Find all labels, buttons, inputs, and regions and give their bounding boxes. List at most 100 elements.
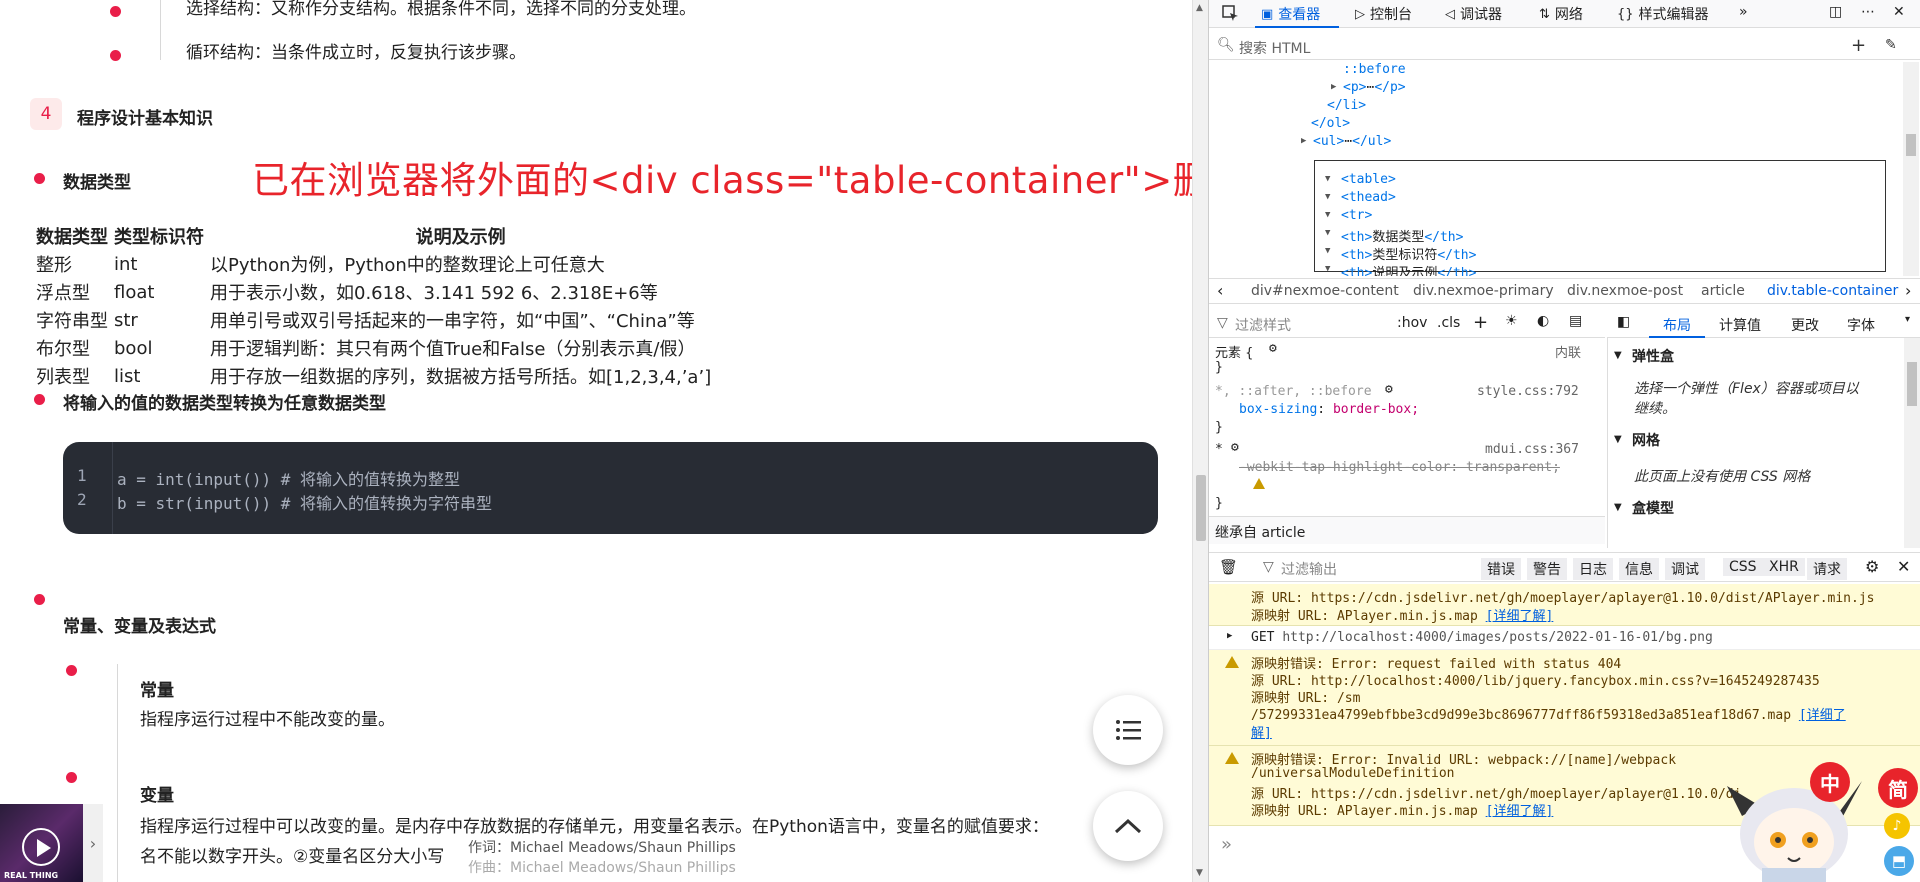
tab-changes[interactable]: 更改: [1791, 315, 1819, 335]
light-theme-icon[interactable]: ☀: [1505, 313, 1518, 329]
console-message-network[interactable]: ▶ GET http://localhost:4000/images/posts…: [1209, 626, 1920, 650]
element-picker-button[interactable]: [1221, 4, 1239, 22]
expand-triangle-icon[interactable]: ▶: [1301, 136, 1306, 146]
scroll-up-arrow[interactable]: ▲: [1196, 3, 1203, 13]
add-node-icon[interactable]: +: [1851, 35, 1866, 56]
collapse-triangle-icon[interactable]: ▼: [1614, 434, 1622, 445]
tab-style-editor[interactable]: {} 样式编辑器: [1617, 4, 1709, 24]
contrast-icon[interactable]: ◐: [1537, 313, 1549, 329]
tab-fonts[interactable]: 字体: [1847, 315, 1875, 335]
player-toggle-button[interactable]: ›: [83, 804, 103, 882]
trash-icon[interactable]: 🗑︎: [1219, 558, 1238, 576]
filter-errors-button[interactable]: 错误: [1481, 558, 1521, 580]
breadcrumb-forward-icon[interactable]: ›: [1905, 281, 1911, 300]
breadcrumb-item[interactable]: article: [1701, 283, 1745, 299]
html-search-bar[interactable]: 🔍︎ 搜索 HTML + ✎: [1209, 34, 1920, 60]
flexbox-section-title[interactable]: 弹性盒: [1632, 346, 1674, 366]
tab-network[interactable]: ⇅ 网络: [1539, 4, 1583, 24]
tab-console[interactable]: ▷ 控制台: [1355, 4, 1412, 24]
toc-button[interactable]: [1093, 695, 1163, 765]
markup-node[interactable]: </ol>: [1311, 116, 1350, 131]
gear-icon[interactable]: ⚙: [1385, 382, 1393, 397]
collapse-triangle-icon[interactable]: ▼: [1325, 264, 1330, 274]
markup-scrollbar[interactable]: [1903, 62, 1919, 276]
markup-node[interactable]: <th>数据类型</th>: [1341, 226, 1463, 245]
more-tabs-button[interactable]: »: [1739, 4, 1748, 20]
breadcrumb-item[interactable]: div#nexmoe-content: [1251, 283, 1399, 299]
close-devtools-button[interactable]: ✕: [1893, 4, 1905, 20]
scrollbar-thumb[interactable]: [1906, 134, 1916, 156]
mascot-widget[interactable]: [1722, 756, 1872, 882]
learn-more-link[interactable]: [详细了解]: [1486, 609, 1554, 624]
console-filter-input[interactable]: 过滤输出: [1281, 559, 1337, 579]
markup-node[interactable]: <th>类型标识符</th>: [1341, 244, 1476, 263]
filter-css-button[interactable]: CSS: [1723, 558, 1763, 576]
scrollbar-thumb[interactable]: [1196, 475, 1206, 541]
collapse-triangle-icon[interactable]: ▼: [1325, 228, 1330, 238]
tab-inspector[interactable]: ▣ 查看器: [1261, 4, 1320, 24]
filter-logs-button[interactable]: 日志: [1573, 558, 1613, 580]
expand-triangle-icon[interactable]: ▶: [1331, 82, 1336, 92]
tab-layout[interactable]: 布局: [1663, 315, 1691, 335]
chevron-down-icon[interactable]: ▾: [1905, 314, 1910, 325]
collapse-triangle-icon[interactable]: ▼: [1325, 210, 1330, 220]
sidebar-toggle-icon[interactable]: ◧: [1617, 314, 1630, 330]
collapse-triangle-icon[interactable]: ▼: [1325, 192, 1330, 202]
tab-debugger[interactable]: ◁ 调试器: [1445, 4, 1502, 24]
breadcrumb-item[interactable]: div.nexmoe-primary: [1413, 283, 1554, 299]
chinese-toggle-button[interactable]: 中: [1810, 762, 1850, 802]
rule-source[interactable]: mdui.css:367: [1485, 442, 1579, 457]
breadcrumb-back-icon[interactable]: ‹: [1217, 281, 1223, 300]
music-player-cover[interactable]: REAL THING: [0, 804, 83, 882]
styles-filter-input[interactable]: 过滤样式: [1235, 315, 1291, 335]
rule-source[interactable]: style.css:792: [1477, 384, 1579, 399]
hov-button[interactable]: :hov: [1397, 315, 1427, 331]
cls-button[interactable]: .cls: [1437, 315, 1460, 331]
filter-requests-button[interactable]: 请求: [1807, 558, 1847, 580]
markup-node[interactable]: <th>说明及示例</th>: [1341, 262, 1476, 276]
collapse-triangle-icon[interactable]: ▼: [1325, 246, 1330, 256]
learn-more-link[interactable]: [详细了: [1799, 708, 1846, 723]
markup-node[interactable]: <tr>: [1341, 208, 1372, 223]
add-rule-icon[interactable]: +: [1473, 312, 1488, 333]
options-menu-button[interactable]: ⋯: [1861, 4, 1875, 20]
breadcrumb-item[interactable]: div.nexmoe-post: [1567, 283, 1683, 299]
expand-triangle-icon[interactable]: ▶: [1227, 631, 1232, 641]
filter-xhr-button[interactable]: XHR: [1763, 558, 1805, 576]
markup-node[interactable]: <ul>⋯</ul>: [1313, 134, 1391, 149]
filter-icon: ▽: [1217, 315, 1228, 331]
filter-warnings-button[interactable]: 警告: [1527, 558, 1567, 580]
print-icon[interactable]: ▤: [1569, 313, 1582, 329]
tab-computed[interactable]: 计算值: [1719, 315, 1761, 335]
dock-button[interactable]: ◫: [1829, 4, 1842, 20]
markup-node[interactable]: <thead>: [1341, 190, 1396, 205]
markup-node-table[interactable]: <table>: [1341, 172, 1396, 187]
collapse-triangle-icon[interactable]: ▼: [1614, 502, 1622, 513]
scroll-top-button[interactable]: [1093, 791, 1163, 861]
layout-scrollbar[interactable]: [1904, 338, 1920, 548]
collapse-triangle-icon[interactable]: ▼: [1325, 174, 1330, 184]
collapse-triangle-icon[interactable]: ▼: [1614, 350, 1622, 361]
filter-info-button[interactable]: 信息: [1619, 558, 1659, 580]
markup-node[interactable]: <p>⋯</p>: [1343, 80, 1406, 95]
markup-node[interactable]: ::before: [1343, 62, 1406, 77]
music-icon[interactable]: ♪: [1884, 813, 1910, 839]
breadcrumb-item-active[interactable]: div.table-container: [1767, 283, 1898, 299]
markup-node[interactable]: </li>: [1327, 98, 1366, 113]
filter-debug-button[interactable]: 调试: [1665, 558, 1705, 580]
grid-section-title[interactable]: 网格: [1632, 430, 1660, 450]
learn-more-link[interactable]: [详细了解]: [1486, 804, 1554, 819]
box-model-section-title[interactable]: 盒模型: [1632, 498, 1674, 518]
gear-icon[interactable]: ⚙: [1269, 341, 1277, 356]
close-icon[interactable]: ✕: [1897, 557, 1910, 576]
page-scrollbar[interactable]: ▲ ▼: [1192, 0, 1208, 882]
scroll-down-arrow[interactable]: ▼: [1196, 868, 1203, 878]
shirt-icon[interactable]: ⬒: [1884, 846, 1914, 876]
scrollbar-thumb[interactable]: [1907, 362, 1917, 406]
gear-icon[interactable]: ⚙: [1231, 440, 1239, 455]
learn-more-link[interactable]: 解]: [1251, 722, 1272, 741]
simplified-toggle-button[interactable]: 简: [1878, 768, 1918, 808]
gear-icon[interactable]: ⚙: [1865, 557, 1879, 576]
eyedropper-icon[interactable]: ✎: [1885, 37, 1897, 53]
play-icon[interactable]: [22, 828, 60, 866]
